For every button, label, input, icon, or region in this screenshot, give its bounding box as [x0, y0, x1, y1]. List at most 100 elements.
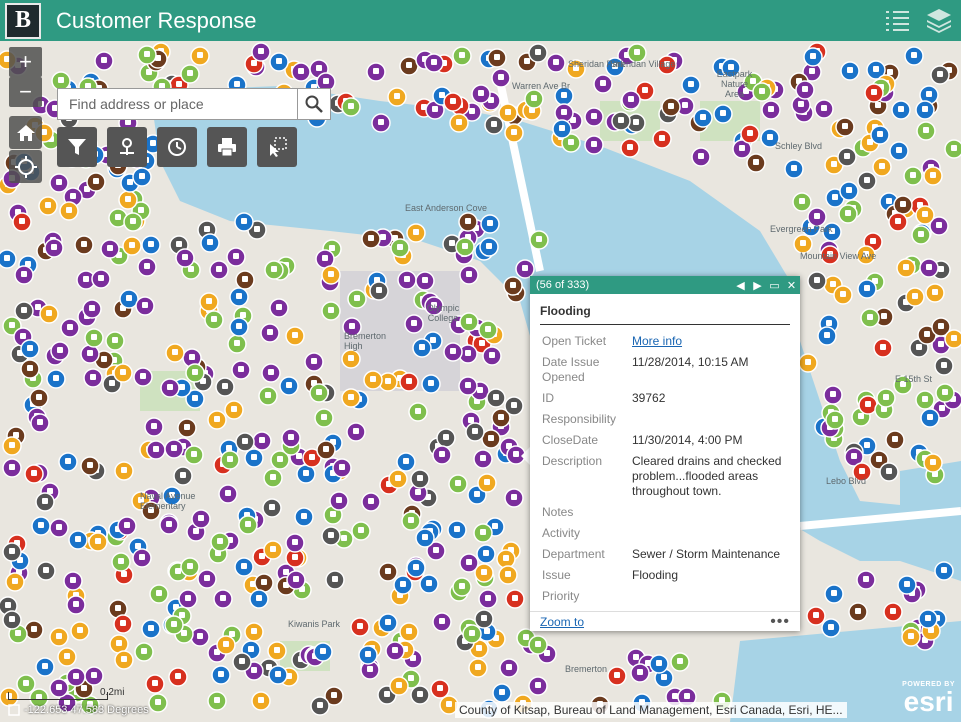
history-button[interactable]: [157, 127, 197, 167]
incident-marker-glyph: [93, 178, 99, 184]
incident-marker-glyph: [238, 366, 244, 372]
incident-marker-glyph: [126, 295, 132, 301]
incident-marker-glyph: [45, 202, 51, 208]
incident-marker-glyph: [840, 291, 846, 297]
incident-marker-glyph: [487, 220, 493, 226]
zoom-out-button[interactable]: −: [9, 77, 42, 107]
zoom-in-button[interactable]: +: [9, 47, 42, 77]
attr-key: Description: [542, 454, 603, 468]
attr-key: Date Issue Opened: [542, 355, 600, 384]
incident-marker-glyph: [809, 68, 815, 74]
filter-button[interactable]: [57, 127, 97, 167]
popup-maximize-button[interactable]: ▭: [766, 279, 783, 292]
coordinate-toggle-icon[interactable]: [8, 704, 20, 716]
incident-marker-glyph: [443, 434, 449, 440]
incident-marker-glyph: [206, 298, 212, 304]
attr-row-closedate: CloseDate 11/30/2014, 4:00 PM: [542, 430, 790, 451]
incident-marker-glyph: [155, 699, 161, 705]
incident-marker-glyph: [568, 139, 574, 145]
incident-marker-glyph: [633, 654, 639, 660]
incident-marker-glyph: [469, 108, 475, 114]
incident-marker-glyph: [139, 173, 145, 179]
search-input[interactable]: [58, 89, 297, 119]
incident-marker-glyph: [217, 538, 223, 544]
map-label: Warren Ave Br: [512, 81, 571, 91]
incident-marker-glyph: [911, 52, 917, 58]
incident-marker-glyph: [411, 320, 417, 326]
incident-marker-glyph: [433, 547, 439, 553]
incident-marker-glyph: [484, 479, 490, 485]
incident-marker-glyph: [867, 314, 873, 320]
incident-marker-glyph: [189, 354, 195, 360]
locate-button[interactable]: [9, 150, 42, 183]
incident-marker-glyph: [871, 89, 877, 95]
incident-marker-glyph: [903, 264, 909, 270]
incident-marker-glyph: [101, 57, 107, 63]
popup-more-button[interactable]: •••: [770, 613, 790, 631]
incident-marker-glyph: [261, 579, 267, 585]
popup-close-button[interactable]: ✕: [783, 279, 800, 292]
incident-marker-glyph: [456, 119, 462, 125]
popup-next-button[interactable]: ▶: [749, 279, 766, 292]
incident-marker-glyph: [759, 88, 765, 94]
incident-marker-glyph: [21, 307, 27, 313]
incident-marker-glyph: [46, 310, 52, 316]
esri-logo[interactable]: POWERED BY esri: [902, 681, 955, 716]
incident-marker-glyph: [400, 581, 406, 587]
incident-marker-glyph: [886, 198, 892, 204]
attr-value: [632, 409, 790, 430]
incident-marker-glyph: [870, 238, 876, 244]
incident-marker-glyph: [167, 384, 173, 390]
zoom-to-link[interactable]: Zoom to: [540, 615, 770, 629]
incident-marker-glyph: [95, 538, 101, 544]
incident-marker-glyph: [900, 201, 906, 207]
incident-marker-glyph: [323, 446, 329, 452]
incident-marker-glyph: [27, 345, 33, 351]
incident-marker-glyph: [56, 524, 62, 530]
legend-list-icon[interactable]: [883, 6, 911, 34]
popup-footer: Zoom to •••: [530, 611, 800, 631]
popup-prev-button[interactable]: ◀: [732, 279, 749, 292]
incident-marker-glyph: [242, 276, 248, 282]
incident-marker-glyph: [890, 608, 896, 614]
map-view[interactable]: Sheridan Park Sheridan Village Eastpark …: [0, 41, 961, 722]
more-info-link[interactable]: More info: [632, 334, 682, 348]
incident-marker-glyph: [684, 693, 690, 699]
incident-marker-glyph: [176, 241, 182, 247]
incident-marker-glyph: [328, 532, 334, 538]
app-title: Customer Response: [56, 7, 257, 33]
incident-marker-glyph: [474, 491, 480, 497]
attr-row-date-opened: Date Issue Opened 11/28/2014, 10:15 AM: [542, 352, 790, 388]
incident-marker-glyph: [505, 109, 511, 115]
incident-marker-glyph: [341, 535, 347, 541]
incident-marker-glyph: [561, 92, 567, 98]
select-icon: [270, 137, 287, 157]
incident-marker-glyph: [9, 464, 15, 470]
layers-icon[interactable]: [925, 6, 953, 34]
incident-marker-glyph: [828, 624, 834, 630]
home-button[interactable]: [9, 116, 42, 149]
search-button[interactable]: [297, 89, 330, 119]
incident-marker-glyph: [91, 672, 97, 678]
incident-marker-glyph: [191, 451, 197, 457]
print-button[interactable]: [207, 127, 247, 167]
location-button[interactable]: [107, 127, 147, 167]
incident-marker-glyph: [116, 640, 122, 646]
incident-marker-glyph: [930, 459, 936, 465]
incident-marker-glyph: [65, 458, 71, 464]
incident-marker-glyph: [932, 289, 938, 295]
incident-marker-glyph: [87, 350, 93, 356]
incident-marker-glyph: [115, 214, 121, 220]
incident-marker-glyph: [328, 307, 334, 313]
attr-key: Notes: [542, 505, 574, 519]
incident-marker-glyph: [251, 454, 257, 460]
incident-marker-glyph: [150, 140, 156, 146]
incident-marker-glyph: [478, 90, 484, 96]
incident-marker-glyph: [908, 633, 914, 639]
incident-marker-glyph: [348, 103, 354, 109]
select-button[interactable]: [257, 127, 297, 167]
incident-marker-glyph: [881, 313, 887, 319]
incident-marker-glyph: [831, 161, 837, 167]
incident-marker-glyph: [140, 373, 146, 379]
incident-marker-glyph: [67, 324, 73, 330]
